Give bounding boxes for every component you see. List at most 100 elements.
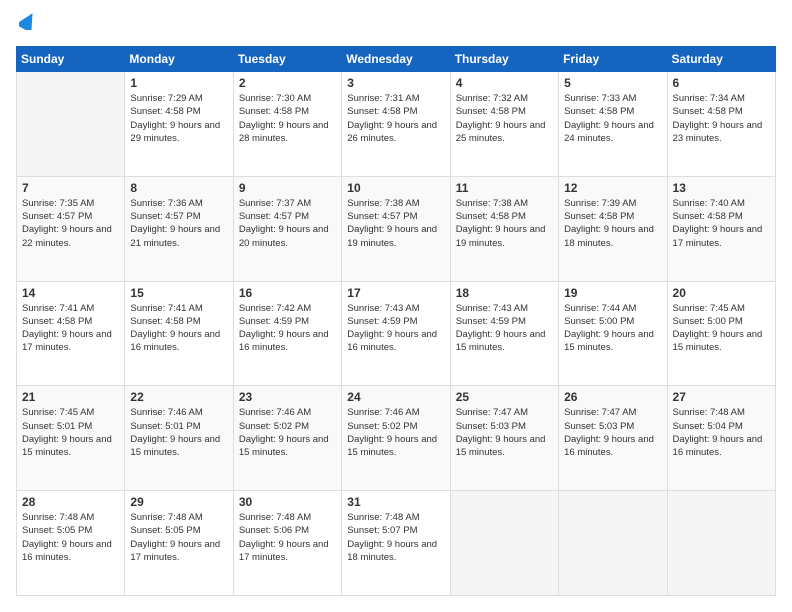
calendar-week-row: 7Sunrise: 7:35 AMSunset: 4:57 PMDaylight… — [17, 176, 776, 281]
calendar-cell: 24Sunrise: 7:46 AMSunset: 5:02 PMDayligh… — [342, 386, 450, 491]
sunset-text: Sunset: 4:59 PM — [239, 316, 309, 327]
sunrise-text: Sunrise: 7:35 AM — [22, 198, 94, 209]
logo-arrow-icon — [19, 10, 37, 36]
daylight-text: Daylight: 9 hours and 15 minutes. — [130, 434, 220, 458]
calendar-cell: 5 Sunrise: 7:33 AM Sunset: 4:58 PM Daylight… — [559, 72, 667, 177]
sunrise-text: Sunrise: 7:40 AM — [673, 198, 745, 209]
sunrise-text: Sunrise: 7:29 AM — [130, 93, 202, 104]
calendar-cell: 19 Sunrise: 7:44 AMSunset: 5:00 PMDayligh… — [559, 281, 667, 386]
day-number: 26 — [564, 390, 661, 404]
day-number: 19 — [564, 286, 661, 300]
day-number: 8 — [130, 181, 227, 195]
daylight-text: Daylight: 9 hours and 29 minutes. — [130, 120, 220, 144]
cell-info: Sunrise: 7:43 AMSunset: 4:59 PMDaylight:… — [456, 302, 553, 355]
calendar-cell: 12Sunrise: 7:39 AMSunset: 4:58 PMDayligh… — [559, 176, 667, 281]
daylight-text: Daylight: 9 hours and 19 minutes. — [347, 224, 437, 248]
day-number: 18 — [456, 286, 553, 300]
cell-info: Sunrise: 7:41 AMSunset: 4:58 PMDaylight:… — [130, 302, 227, 355]
sunrise-text: Sunrise: 7:48 AM — [673, 407, 745, 418]
calendar-week-row: 28Sunrise: 7:48 AMSunset: 5:05 PMDayligh… — [17, 491, 776, 596]
header — [16, 16, 776, 36]
daylight-text: Daylight: 9 hours and 17 minutes. — [22, 329, 112, 353]
sunset-text: Sunset: 4:58 PM — [564, 106, 634, 117]
daylight-text: Daylight: 9 hours and 16 minutes. — [564, 434, 654, 458]
day-number: 10 — [347, 181, 444, 195]
sunset-text: Sunset: 4:57 PM — [347, 211, 417, 222]
cell-info: Sunrise: 7:38 AMSunset: 4:57 PMDaylight:… — [347, 197, 444, 250]
daylight-text: Daylight: 9 hours and 21 minutes. — [130, 224, 220, 248]
cell-info: Sunrise: 7:34 AMSunset: 4:58 PMDaylight:… — [673, 92, 770, 145]
sunset-text: Sunset: 4:57 PM — [130, 211, 200, 222]
calendar-cell: 29Sunrise: 7:48 AMSunset: 5:05 PMDayligh… — [125, 491, 233, 596]
sunset-text: Sunset: 4:59 PM — [456, 316, 526, 327]
daylight-text: Daylight: 9 hours and 22 minutes. — [22, 224, 112, 248]
cell-info: Sunrise: 7:46 AMSunset: 5:02 PMDaylight:… — [347, 406, 444, 459]
day-number: 23 — [239, 390, 336, 404]
sunset-text: Sunset: 4:58 PM — [22, 316, 92, 327]
sunrise-text: Sunrise: 7:48 AM — [22, 512, 94, 523]
day-number: 12 — [564, 181, 661, 195]
calendar-day-header: Thursday — [450, 47, 558, 72]
sunset-text: Sunset: 4:58 PM — [456, 211, 526, 222]
day-number: 22 — [130, 390, 227, 404]
daylight-text: Daylight: 9 hours and 16 minutes. — [347, 329, 437, 353]
cell-info: Sunrise: 7:44 AMSunset: 5:00 PMDaylight:… — [564, 302, 661, 355]
cell-info: Sunrise: 7:48 AMSunset: 5:04 PMDaylight:… — [673, 406, 770, 459]
day-number: 30 — [239, 495, 336, 509]
sunset-text: Sunset: 4:58 PM — [130, 106, 200, 117]
cell-info: Sunrise: 7:33 AM Sunset: 4:58 PM Daylight:… — [564, 92, 661, 145]
daylight-text: Daylight: 9 hours and 24 minutes. — [564, 120, 654, 144]
daylight-text: Daylight: 9 hours and 15 minutes. — [456, 434, 546, 458]
calendar-cell: 14 Sunrise: 7:41 AMSunset: 4:58 PMDayligh… — [17, 281, 125, 386]
daylight-text: Daylight: 9 hours and 16 minutes. — [22, 539, 112, 563]
daylight-text: Daylight: 9 hours and 17 minutes. — [673, 224, 763, 248]
cell-info: Sunrise: 7:41 AMSunset: 4:58 PMDaylight:… — [22, 302, 119, 355]
day-number: 13 — [673, 181, 770, 195]
day-number: 29 — [130, 495, 227, 509]
sunset-text: Sunset: 5:00 PM — [564, 316, 634, 327]
calendar-cell: 8 Sunrise: 7:36 AMSunset: 4:57 PMDaylight… — [125, 176, 233, 281]
cell-info: Sunrise: 7:45 AMSunset: 5:00 PMDaylight:… — [673, 302, 770, 355]
cell-info: Sunrise: 7:30 AMSunset: 4:58 PMDaylight:… — [239, 92, 336, 145]
daylight-text: Daylight: 9 hours and 15 minutes. — [456, 329, 546, 353]
calendar-cell: 27 Sunrise: 7:48 AMSunset: 5:04 PMDayligh… — [667, 386, 775, 491]
sunset-text: Sunset: 5:01 PM — [22, 421, 92, 432]
cell-info: Sunrise: 7:48 AM Sunset: 5:05 PM Daylight:… — [22, 511, 119, 564]
sunrise-text: Sunrise: 7:33 AM — [564, 93, 636, 104]
cell-info: Sunrise: 7:46 AMSunset: 5:02 PMDaylight:… — [239, 406, 336, 459]
sunset-text: Sunset: 5:05 PM — [22, 525, 92, 536]
cell-info: Sunrise: 7:29 AM Sunset: 4:58 PM Daylight:… — [130, 92, 227, 145]
cell-info: Sunrise: 7:46 AMSunset: 5:01 PMDaylight:… — [130, 406, 227, 459]
daylight-text: Daylight: 9 hours and 16 minutes. — [673, 434, 763, 458]
daylight-text: Daylight: 9 hours and 15 minutes. — [564, 329, 654, 353]
daylight-text: Daylight: 9 hours and 16 minutes. — [239, 329, 329, 353]
sunrise-text: Sunrise: 7:41 AM — [130, 303, 202, 314]
sunrise-text: Sunrise: 7:37 AM — [239, 198, 311, 209]
sunset-text: Sunset: 4:58 PM — [673, 106, 743, 117]
daylight-text: Daylight: 9 hours and 17 minutes. — [130, 539, 220, 563]
day-number: 27 — [673, 390, 770, 404]
sunrise-text: Sunrise: 7:48 AM — [347, 512, 419, 523]
calendar-cell: 9Sunrise: 7:37 AMSunset: 4:57 PMDaylight… — [233, 176, 341, 281]
cell-info: Sunrise: 7:36 AMSunset: 4:57 PMDaylight:… — [130, 197, 227, 250]
sunset-text: Sunset: 4:58 PM — [456, 106, 526, 117]
daylight-text: Daylight: 9 hours and 26 minutes. — [347, 120, 437, 144]
daylight-text: Daylight: 9 hours and 15 minutes. — [673, 329, 763, 353]
cell-info: Sunrise: 7:35 AMSunset: 4:57 PMDaylight:… — [22, 197, 119, 250]
logo-text — [16, 16, 37, 36]
sunset-text: Sunset: 4:58 PM — [130, 316, 200, 327]
calendar-week-row: 14Sunrise: 7:41 AMSunset: 4:58 PMDayligh… — [17, 281, 776, 386]
day-number: 17 — [347, 286, 444, 300]
calendar-table: SundayMondayTuesdayWednesdayThursdayFrid… — [16, 46, 776, 596]
daylight-text: Daylight: 9 hours and 15 minutes. — [22, 434, 112, 458]
sunrise-text: Sunrise: 7:38 AM — [456, 198, 528, 209]
sunset-text: Sunset: 5:00 PM — [673, 316, 743, 327]
day-number: 5 — [564, 76, 661, 90]
sunrise-text: Sunrise: 7:34 AM — [673, 93, 745, 104]
sunset-text: Sunset: 4:58 PM — [347, 106, 417, 117]
day-number: 14 — [22, 286, 119, 300]
daylight-text: Daylight: 9 hours and 20 minutes. — [239, 224, 329, 248]
sunrise-text: Sunrise: 7:43 AM — [347, 303, 419, 314]
sunset-text: Sunset: 5:02 PM — [239, 421, 309, 432]
calendar-cell: 25Sunrise: 7:47 AMSunset: 5:03 PMDayligh… — [450, 386, 558, 491]
